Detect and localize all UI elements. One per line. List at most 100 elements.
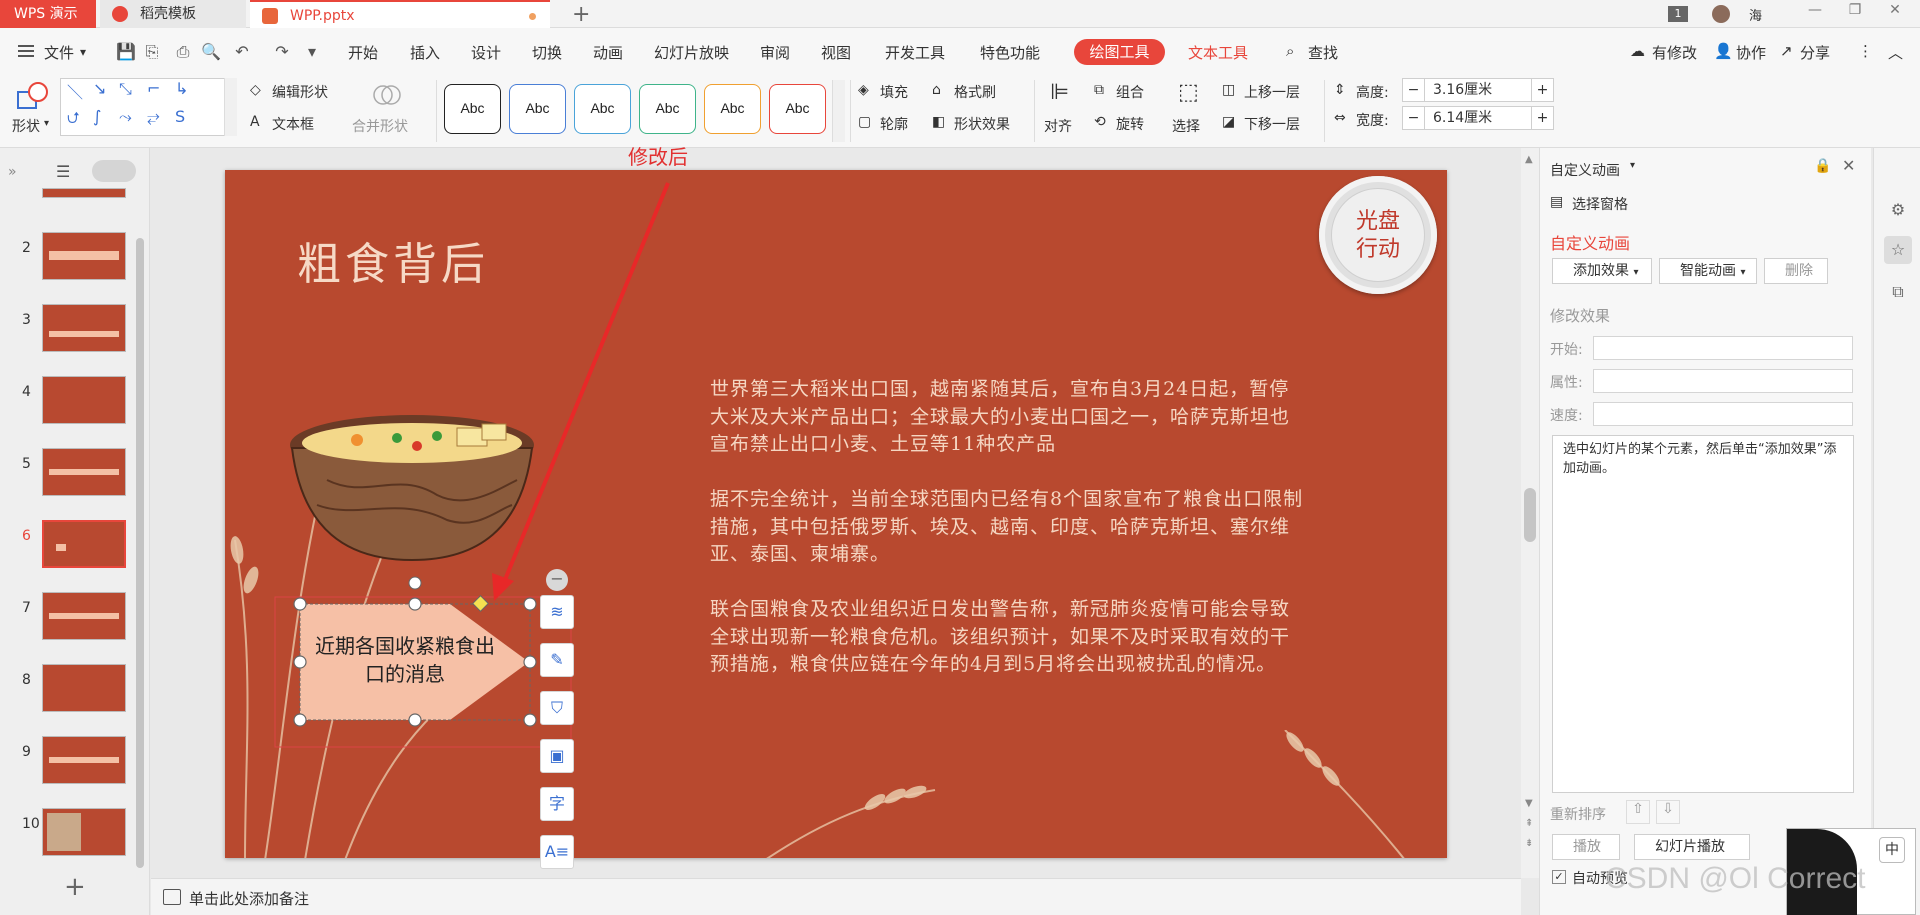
- frame-icon[interactable]: ▣: [540, 739, 574, 773]
- start-select[interactable]: [1593, 336, 1853, 360]
- pen-icon[interactable]: ✎: [540, 643, 574, 677]
- text-char-icon[interactable]: 字: [540, 787, 574, 821]
- notes-bar[interactable]: 单击此处添加备注: [151, 878, 1521, 915]
- rotate-icon[interactable]: ⟲: [1094, 114, 1106, 130]
- ime-mode[interactable]: 中: [1879, 837, 1905, 863]
- height-value[interactable]: 3.16厘米: [1433, 79, 1492, 101]
- bring-forward-icon[interactable]: ◫: [1222, 82, 1235, 98]
- slide-thumb-7[interactable]: [42, 592, 126, 640]
- double-arrow-icon[interactable]: ⤡: [119, 79, 132, 99]
- align-icon[interactable]: ⊫: [1050, 80, 1069, 105]
- menu-file[interactable]: 文件: [44, 42, 74, 63]
- close-panel-icon[interactable]: ✕: [1842, 156, 1855, 175]
- scroll-thumb[interactable]: [1524, 488, 1536, 542]
- slideshow-button[interactable]: 幻灯片播放: [1634, 834, 1750, 860]
- cloud-icon[interactable]: ☁: [1630, 42, 1645, 60]
- shape-button[interactable]: 形状: [12, 116, 40, 136]
- slide-thumb-3[interactable]: [42, 304, 126, 352]
- slide-thumb-9[interactable]: [42, 736, 126, 784]
- smart-animation-button[interactable]: 智能动画 ▾: [1659, 258, 1757, 284]
- text-style-icon[interactable]: A≡: [540, 835, 574, 869]
- speed-select[interactable]: [1593, 402, 1853, 426]
- shape-effect-icon[interactable]: ◧: [932, 114, 945, 130]
- curve-icon[interactable]: S: [175, 107, 185, 126]
- animation-list[interactable]: 选中幻灯片的某个元素，然后单击“添加效果”添加动画。: [1552, 435, 1854, 793]
- delete-animation-button[interactable]: 删除: [1764, 258, 1828, 284]
- shape-gallery[interactable]: ＼ ↘ ⤡ ⌐ ↳ ⮍ ∫ ⤳ ⥂ S: [60, 78, 237, 136]
- add-effect-button[interactable]: 添加效果 ▾: [1552, 258, 1652, 284]
- play-button[interactable]: 播放: [1552, 834, 1620, 860]
- group-button[interactable]: 组合: [1116, 82, 1144, 102]
- animation-star-icon[interactable]: ☆: [1884, 236, 1912, 264]
- shape-effect-button[interactable]: 形状效果: [954, 114, 1010, 134]
- outline-button[interactable]: 轮廓: [880, 114, 908, 134]
- slide-paragraph-2[interactable]: 据不完全统计，当前全球范围内已经有8个国家宣布了粮食出口限制措施，其中包括俄罗斯…: [710, 486, 1305, 569]
- window-count-badge[interactable]: 1: [1668, 6, 1688, 22]
- slide-thumb-1[interactable]: [42, 188, 126, 198]
- redo-icon[interactable]: ↷: [272, 42, 292, 62]
- elbow-connector-icon[interactable]: ⌐: [147, 79, 160, 98]
- select-icon[interactable]: ⬚: [1178, 80, 1199, 105]
- notes-placeholder[interactable]: 单击此处添加备注: [189, 888, 309, 909]
- merge-shape-button[interactable]: 合并形状: [352, 116, 408, 136]
- menu-insert[interactable]: 插入: [410, 42, 440, 63]
- chevron-down-icon[interactable]: ▾: [80, 45, 86, 59]
- send-backward-icon[interactable]: ◪: [1222, 114, 1235, 130]
- prev-slide-icon[interactable]: ⇞: [1525, 818, 1533, 829]
- align-button[interactable]: 对齐: [1044, 116, 1072, 136]
- move-up-icon[interactable]: ⇧: [1626, 800, 1650, 824]
- shape-icon[interactable]: [16, 80, 50, 116]
- arrow-line-icon[interactable]: ↘: [93, 79, 106, 98]
- tab-wpp-pptx[interactable]: WPP.pptx: [250, 0, 550, 28]
- elbow-double-icon[interactable]: ⮍: [67, 107, 80, 134]
- minimize-icon[interactable]: —: [1800, 2, 1830, 26]
- slide-thumb-8[interactable]: [42, 664, 126, 712]
- slide-paragraph-3[interactable]: 联合国粮食及农业组织近日发出警告称，新冠肺炎疫情可能会导致全球出现新一轮粮食危机…: [710, 596, 1305, 679]
- collapse-toolbar-icon[interactable]: −: [546, 569, 568, 591]
- slide-thumb-4[interactable]: [42, 376, 126, 424]
- style-preset-6[interactable]: Abc: [769, 84, 826, 134]
- scroll-up-icon[interactable]: ▲: [1525, 154, 1533, 165]
- canvas-scrollbar[interactable]: ▲ ▼ ⇞ ⇟: [1521, 148, 1539, 878]
- textbox-button[interactable]: 文本框: [272, 114, 314, 134]
- transition-icon[interactable]: ⧉: [1884, 278, 1912, 306]
- menu-design[interactable]: 设计: [471, 42, 501, 63]
- share-button[interactable]: 分享: [1800, 42, 1830, 63]
- bring-forward-button[interactable]: 上移一层: [1244, 82, 1300, 102]
- avatar[interactable]: [1712, 5, 1730, 23]
- lock-icon[interactable]: 🔒: [1814, 158, 1831, 174]
- user-name[interactable]: 海: [1749, 5, 1762, 24]
- decrease-icon[interactable]: −: [1403, 107, 1425, 129]
- fill-button[interactable]: 填充: [880, 82, 908, 102]
- outline-view-icon[interactable]: ☰: [56, 162, 70, 181]
- selection-pane-link[interactable]: 选择窗格: [1572, 194, 1628, 214]
- thumbnail-view-icon[interactable]: [92, 160, 136, 182]
- textbox-icon[interactable]: A: [250, 114, 260, 130]
- next-slide-icon[interactable]: ⇟: [1525, 838, 1533, 849]
- height-stepper[interactable]: − 3.16厘米 +: [1402, 78, 1554, 102]
- slide-thumb-6-active[interactable]: [42, 520, 126, 568]
- edit-shape-button[interactable]: 编辑形状: [272, 82, 328, 102]
- chevron-down-icon[interactable]: ▾: [1630, 160, 1635, 171]
- property-select[interactable]: [1593, 369, 1853, 393]
- style-preset-3[interactable]: Abc: [574, 84, 631, 134]
- close-icon[interactable]: ✕: [1880, 2, 1910, 26]
- increase-icon[interactable]: +: [1531, 107, 1553, 129]
- tab-docer-templates[interactable]: 稻壳模板: [100, 0, 246, 28]
- menu-search[interactable]: 查找: [1308, 42, 1338, 63]
- collab-button[interactable]: 协作: [1736, 42, 1766, 63]
- slide-thumb-5[interactable]: [42, 448, 126, 496]
- style-preset-1[interactable]: Abc: [444, 84, 501, 134]
- print-icon[interactable]: ⎙: [173, 42, 193, 62]
- slide-6[interactable]: 粗食背后 光盘 行动 世界第三大稻米出口国，越南紧随其后，宣布自3月24日起，暂…: [225, 170, 1447, 858]
- menu-icon[interactable]: [18, 45, 34, 57]
- selection-pane-icon[interactable]: ▤: [1550, 194, 1563, 210]
- slide-title[interactable]: 粗食背后: [297, 228, 489, 292]
- send-backward-button[interactable]: 下移一层: [1244, 114, 1300, 134]
- collab-icon[interactable]: 👤: [1714, 42, 1733, 60]
- outline-icon[interactable]: ▢: [858, 114, 871, 130]
- slide-paragraph-1[interactable]: 世界第三大稻米出口国，越南紧随其后，宣布自3月24日起，暂停大米及大米产品出口；…: [710, 376, 1305, 459]
- menu-animation[interactable]: 动画: [593, 42, 623, 63]
- slide-panel-scrollbar[interactable]: [136, 238, 144, 868]
- edit-shape-icon[interactable]: ◇: [250, 82, 261, 98]
